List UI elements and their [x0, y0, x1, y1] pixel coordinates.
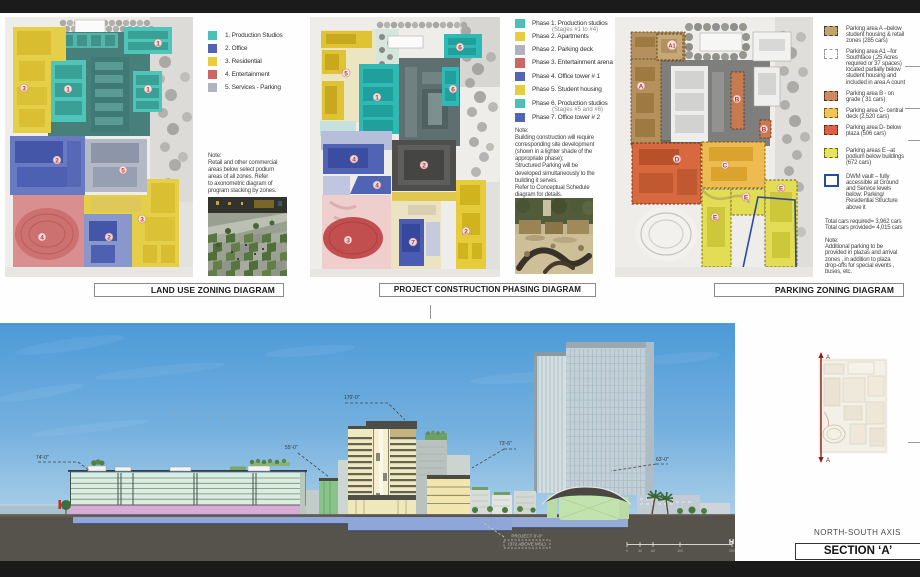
svg-text:73'-6": 73'-6" — [499, 441, 512, 447]
svg-text:100: 100 — [677, 549, 683, 553]
svg-text:D: D — [675, 156, 680, 163]
svg-text:7: 7 — [411, 239, 415, 246]
svg-text:3: 3 — [22, 85, 26, 92]
svg-text:2: 2 — [422, 162, 426, 169]
svg-text:C: C — [723, 162, 728, 169]
svg-text:1: 1 — [375, 94, 379, 101]
svg-text:6: 6 — [458, 44, 462, 51]
svg-text:5: 5 — [344, 70, 348, 77]
svg-text:4: 4 — [40, 234, 44, 241]
svg-text:PROJECT 0'-0": PROJECT 0'-0" — [511, 534, 543, 539]
svg-text:55'-0": 55'-0" — [285, 445, 298, 451]
svg-text:A: A — [826, 355, 830, 361]
svg-text:E: E — [713, 214, 718, 221]
svg-text:30: 30 — [638, 549, 642, 553]
svg-text:6: 6 — [451, 86, 455, 93]
svg-text:170'-0": 170'-0" — [344, 395, 360, 401]
svg-text:B: B — [735, 96, 740, 103]
svg-text:1: 1 — [66, 86, 70, 93]
svg-text:B: B — [762, 126, 767, 133]
svg-text:E: E — [779, 185, 784, 192]
svg-text:74'-0": 74'-0" — [36, 455, 49, 461]
svg-text:A: A — [826, 458, 830, 464]
svg-text:5: 5 — [121, 167, 125, 174]
svg-text:2: 2 — [107, 234, 111, 241]
svg-text:A: A — [639, 83, 644, 90]
svg-text:1: 1 — [146, 86, 150, 93]
svg-text:2: 2 — [55, 157, 59, 164]
svg-text:1: 1 — [156, 40, 160, 47]
svg-text:3: 3 — [140, 216, 144, 223]
svg-text:200: 200 — [729, 549, 735, 553]
svg-text:(372 ABOVE MSL): (372 ABOVE MSL) — [508, 542, 546, 547]
svg-text:A1: A1 — [668, 43, 675, 49]
svg-text:63'-0": 63'-0" — [656, 457, 669, 463]
svg-text:3: 3 — [346, 237, 350, 244]
svg-text:2: 2 — [464, 228, 468, 235]
svg-text:4: 4 — [375, 182, 379, 189]
svg-text:4: 4 — [352, 156, 356, 163]
svg-text:0: 0 — [626, 549, 628, 553]
svg-text:E: E — [744, 194, 749, 201]
svg-text:60: 60 — [651, 549, 655, 553]
